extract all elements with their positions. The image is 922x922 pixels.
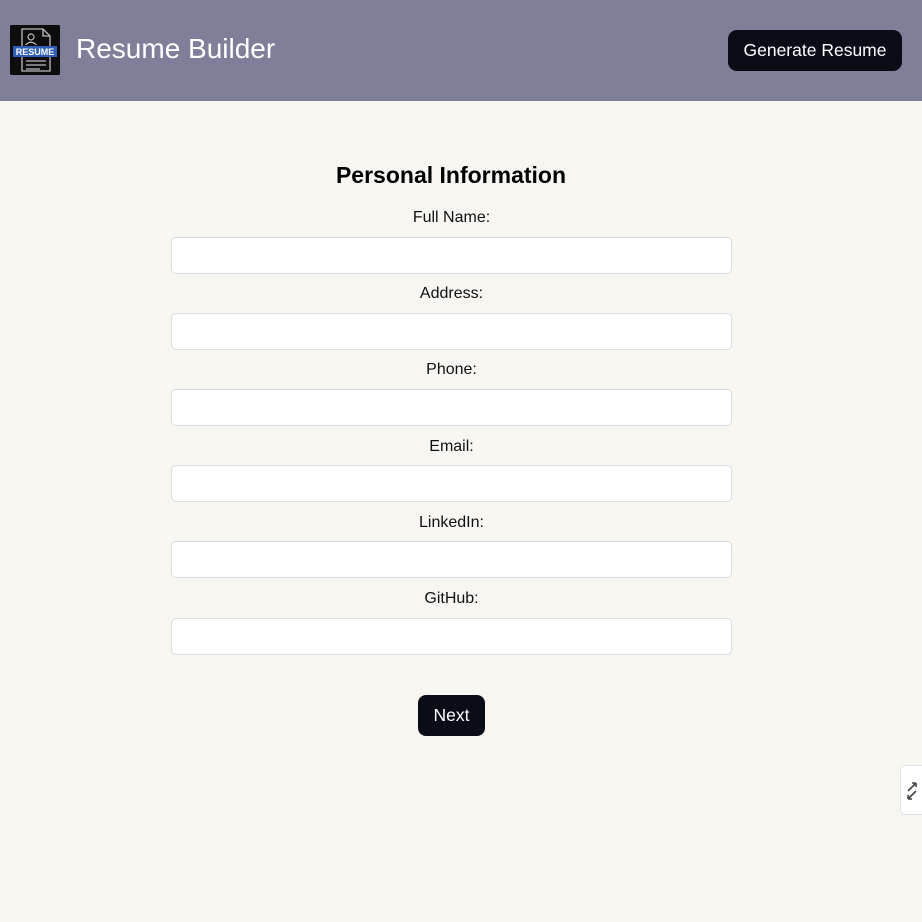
resume-logo-icon: RESUME xyxy=(10,25,60,75)
logo-text: RESUME xyxy=(16,47,55,57)
email-label: Email: xyxy=(429,438,474,455)
email-input[interactable] xyxy=(171,465,732,502)
full-name-label: Full Name: xyxy=(412,209,491,226)
app-header: RESUME Resume Builder Generate Resume xyxy=(0,0,922,101)
full-name-input[interactable] xyxy=(171,237,732,274)
app-title: Resume Builder xyxy=(76,33,276,64)
collapse-arrows-icon xyxy=(907,782,917,800)
next-button[interactable]: Next xyxy=(418,695,485,736)
address-input[interactable] xyxy=(171,313,732,350)
side-widget-tab[interactable] xyxy=(900,765,922,815)
github-input[interactable] xyxy=(171,618,732,655)
section-title: Personal Information xyxy=(335,162,567,188)
linkedin-label: LinkedIn: xyxy=(419,514,484,531)
phone-input[interactable] xyxy=(171,389,732,426)
linkedin-input[interactable] xyxy=(171,541,732,578)
phone-label: Phone: xyxy=(426,361,477,378)
github-label: GitHub: xyxy=(424,590,479,607)
generate-resume-button[interactable]: Generate Resume xyxy=(728,30,902,71)
address-label: Address: xyxy=(419,285,484,302)
